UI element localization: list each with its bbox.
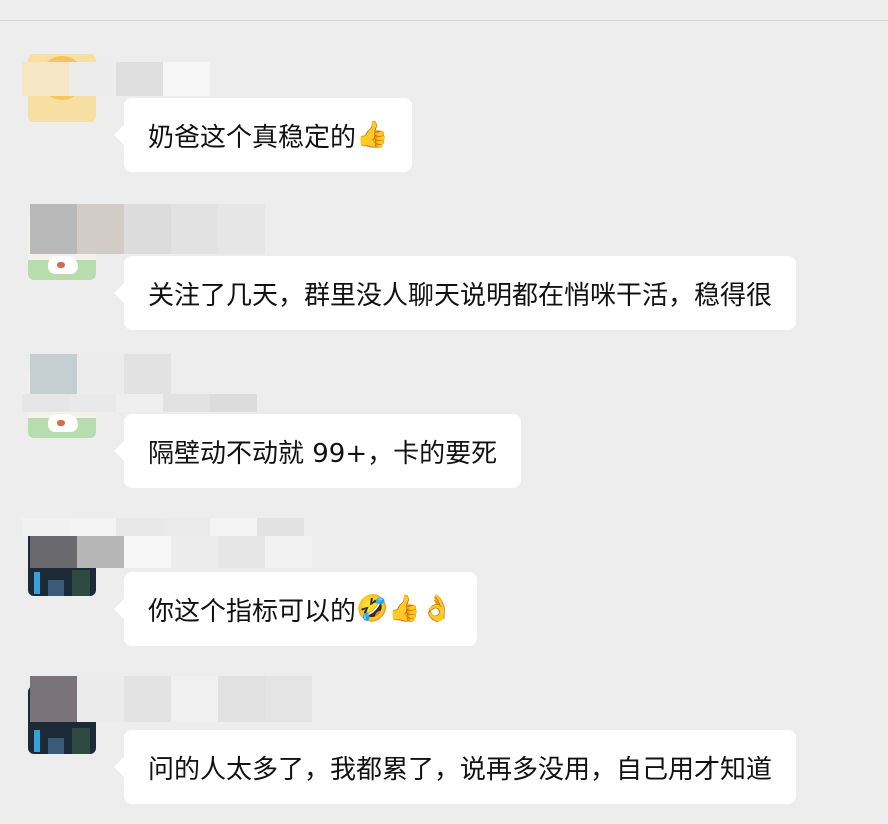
city-light-icon [48, 580, 64, 596]
message-text: 你这个指标可以的 [148, 596, 357, 627]
blurred-sender-name [30, 204, 265, 254]
message-bubble[interactable]: 你这个指标可以的 🤣👍👌 [113, 572, 478, 646]
message-text: 关注了几天，群里没人聊天说明都在悄咪干活，稳得很 [148, 280, 773, 311]
city-light-icon [48, 738, 64, 754]
message-text: 问的人太多了，我都累了，说再多没用，自己用才知道 [148, 754, 773, 785]
message-bubble[interactable]: 奶爸这个真稳定的 👍 [113, 98, 413, 172]
top-divider [0, 20, 888, 21]
blurred-sender-name [30, 676, 312, 722]
blurred-sender-name [30, 354, 171, 394]
blurred-sender-name [22, 518, 304, 536]
city-light-icon [34, 572, 40, 594]
blurred-sender-name [22, 62, 210, 96]
city-light-icon [72, 570, 90, 596]
cat-sticker-icon [48, 414, 78, 432]
laughing-thumbs-ok-icon: 🤣👍👌 [356, 594, 454, 624]
city-light-icon [72, 728, 90, 754]
blurred-sender-name [22, 394, 257, 412]
message-text: 隔壁动不动就 99+，卡的要死 [148, 438, 498, 469]
thumbs-up-icon: 👍 [356, 120, 389, 150]
message-text: 奶爸这个真稳定的 [148, 122, 357, 153]
blurred-sender-name [30, 536, 312, 568]
city-light-icon [34, 730, 40, 752]
cat-sticker-icon [48, 256, 78, 274]
message-bubble[interactable]: 关注了几天，群里没人聊天说明都在悄咪干活，稳得很 [113, 256, 797, 330]
message-bubble[interactable]: 隔壁动不动就 99+，卡的要死 [113, 414, 522, 488]
message-bubble[interactable]: 问的人太多了，我都累了，说再多没用，自己用才知道 [113, 730, 797, 804]
